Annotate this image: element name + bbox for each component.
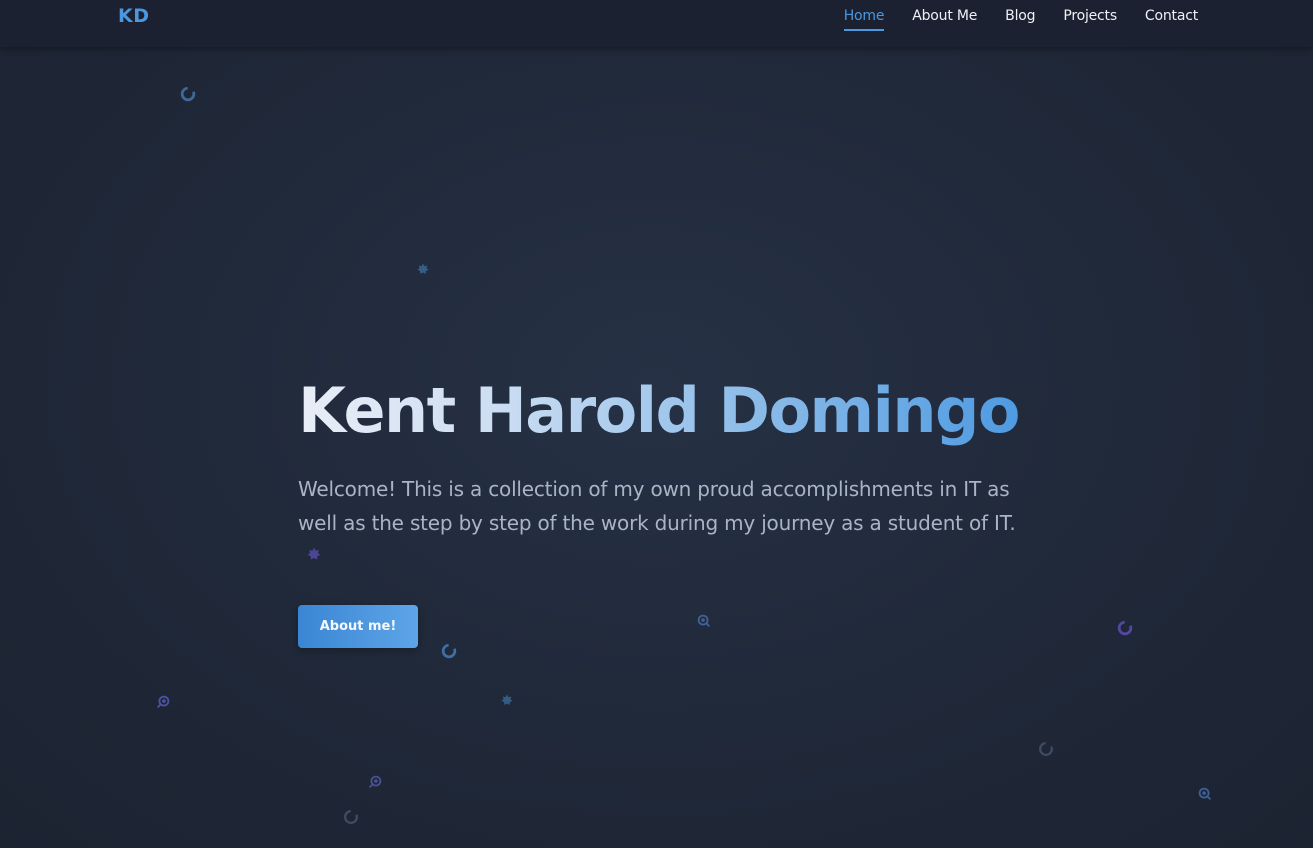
navbar: KD Home About Me Blog Projects Contact — [0, 0, 1313, 47]
user-pin-icon — [154, 693, 172, 711]
about-me-button[interactable]: About me! — [298, 605, 418, 648]
nav-links: Home About Me Blog Projects Contact — [843, 8, 1198, 31]
nav-link-projects[interactable]: Projects — [1063, 8, 1117, 31]
ring-icon — [440, 642, 458, 660]
page: KD Home About Me Blog Projects Contact K… — [0, 0, 1313, 848]
gear-icon — [416, 262, 430, 276]
ring-icon — [179, 85, 197, 103]
gear-icon — [306, 546, 322, 562]
nav-link-contact[interactable]: Contact — [1145, 8, 1198, 31]
user-pin-icon — [366, 773, 384, 791]
user-pin-icon — [1196, 785, 1214, 803]
ring-icon — [1037, 740, 1055, 758]
hero-section: Kent Harold Domingo Welcome! This is a c… — [298, 372, 1038, 540]
nav-link-home[interactable]: Home — [843, 8, 884, 31]
hero-title: Kent Harold Domingo — [298, 372, 1038, 450]
site-logo[interactable]: KD — [118, 5, 150, 27]
user-pin-icon — [695, 612, 713, 630]
ring-icon — [342, 808, 360, 826]
ring-icon — [1116, 619, 1134, 637]
nav-link-about-me[interactable]: About Me — [912, 8, 977, 31]
gear-icon — [500, 693, 514, 707]
hero-description: Welcome! This is a collection of my own … — [298, 477, 1016, 535]
nav-link-blog[interactable]: Blog — [1005, 8, 1035, 31]
